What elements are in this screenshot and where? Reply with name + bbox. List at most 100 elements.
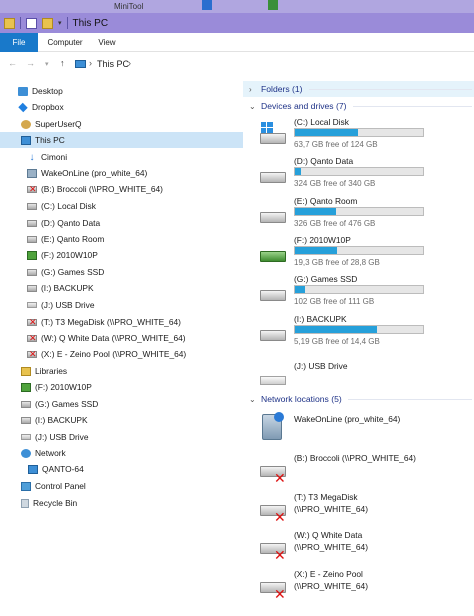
drive-name: (G:) Games SSD bbox=[294, 274, 358, 284]
network-location-x[interactable]: ✕ (X:) E - Zeino Pool (\\PRO_WHITE_64) bbox=[258, 564, 468, 602]
chevron-right-icon[interactable]: › bbox=[89, 58, 92, 68]
nav-item-drive-j[interactable]: (J:) USB Drive bbox=[0, 297, 243, 313]
drive-tile-e[interactable]: (E:) Qanto Room 326 GB free of 476 GB bbox=[258, 194, 468, 232]
nav-item-superuserq[interactable]: SuperUserQ bbox=[0, 116, 243, 132]
ribbon: File Computer View bbox=[0, 33, 474, 52]
nav-item-label: (F:) 2010W10P bbox=[41, 250, 98, 260]
nav-item-drive-j-2[interactable]: (J:) USB Drive bbox=[0, 429, 243, 445]
nav-item-dropbox[interactable]: Dropbox bbox=[0, 99, 243, 115]
chevron-right-icon[interactable]: › bbox=[128, 58, 131, 68]
properties-icon[interactable] bbox=[26, 17, 37, 29]
drive-icon bbox=[258, 158, 288, 188]
download-icon: ↓ bbox=[29, 151, 35, 163]
network-location-wakeonline[interactable]: WakeOnLine (pro_white_64) bbox=[258, 408, 468, 446]
drive-tile-g[interactable]: (G:) Games SSD 102 GB free of 111 GB bbox=[258, 272, 468, 310]
recent-locations-chevron-icon[interactable]: ▾ bbox=[45, 60, 49, 68]
tab-computer[interactable]: Computer bbox=[46, 33, 84, 52]
new-folder-icon[interactable] bbox=[42, 17, 53, 29]
nav-item-drive-f-2[interactable]: (F:) 2010W10P bbox=[0, 379, 243, 395]
free-space-text: 326 GB free of 476 GB bbox=[294, 219, 376, 228]
nav-item-drive-w[interactable]: (W:) Q White Data (\\PRO_WHITE_64) bbox=[0, 330, 243, 346]
network-location-t[interactable]: ✕ (T:) T3 MegaDisk (\\PRO_WHITE_64) bbox=[258, 487, 468, 525]
nav-item-wakeonline[interactable]: WakeOnLine (pro_white_64) bbox=[0, 165, 243, 181]
tab-file[interactable]: File bbox=[0, 33, 38, 52]
nav-item-drive-b[interactable]: (B:) Broccoli (\\PRO_WHITE_64) bbox=[0, 181, 243, 197]
divider bbox=[347, 398, 472, 400]
nav-item-libraries[interactable]: Libraries bbox=[0, 363, 243, 379]
usb-drive-icon bbox=[27, 302, 37, 308]
group-header-devices[interactable]: ⌄ Devices and drives (7) bbox=[243, 98, 474, 114]
drive-tile-d[interactable]: (D:) Qanto Data 324 GB free of 340 GB bbox=[258, 154, 468, 192]
nav-item-label: SuperUserQ bbox=[35, 119, 82, 129]
drive-icon bbox=[27, 202, 37, 210]
divider bbox=[308, 88, 472, 90]
drive-icon bbox=[21, 416, 31, 424]
dropbox-icon bbox=[18, 102, 28, 112]
nav-item-drive-x[interactable]: (X:) E - Zeino Pool (\\PRO_WHITE_64) bbox=[0, 346, 243, 362]
network-location-w[interactable]: ✕ (W:) Q White Data (\\PRO_WHITE_64) bbox=[258, 525, 468, 563]
network-location-b[interactable]: ✕ (B:) Broccoli (\\PRO_WHITE_64) bbox=[258, 448, 468, 486]
free-space-text: 5,19 GB free of 14,4 GB bbox=[294, 337, 380, 346]
nav-item-drive-g[interactable]: (G:) Games SSD bbox=[0, 264, 243, 280]
nav-item-label: QANTO-64 bbox=[42, 464, 84, 474]
nav-item-drive-g-2[interactable]: (G:) Games SSD bbox=[0, 396, 243, 412]
nav-item-desktop[interactable]: Desktop bbox=[0, 83, 243, 99]
globe-icon bbox=[274, 412, 284, 422]
divider bbox=[20, 17, 21, 29]
nav-item-drive-i[interactable]: (I:) BACKUPK bbox=[0, 280, 243, 296]
network-app-icon bbox=[27, 168, 37, 178]
location-name: (T:) T3 MegaDisk bbox=[294, 492, 358, 502]
nav-item-network[interactable]: Network bbox=[0, 445, 243, 461]
drive-name: (C:) Local Disk bbox=[294, 117, 349, 127]
drive-icon bbox=[27, 235, 37, 243]
nav-item-drive-i-2[interactable]: (I:) BACKUPK bbox=[0, 412, 243, 428]
nav-item-control-panel[interactable]: Control Panel bbox=[0, 478, 243, 494]
quick-access-dropdown-icon[interactable]: ▾ bbox=[58, 19, 62, 27]
drive-name: (J:) USB Drive bbox=[294, 361, 348, 371]
back-arrow-icon[interactable]: ← bbox=[8, 58, 17, 68]
chevron-right-icon: › bbox=[249, 84, 252, 94]
nav-item-label: (D:) Qanto Data bbox=[41, 218, 101, 228]
drive-tile-c[interactable]: (C:) Local Disk 63,7 GB free of 124 GB bbox=[258, 115, 468, 153]
nav-item-label: (I:) BACKUPK bbox=[35, 415, 88, 425]
disconnected-drive-icon bbox=[27, 184, 37, 195]
usage-bar-fill bbox=[295, 168, 302, 175]
drive-tile-i[interactable]: (I:) BACKUPK 5,19 GB free of 14,4 GB bbox=[258, 312, 468, 350]
up-arrow-icon[interactable]: ↑ bbox=[60, 58, 65, 68]
taskbar-app-icon[interactable] bbox=[202, 0, 212, 10]
nav-item-qanto-64[interactable]: QANTO-64 bbox=[0, 461, 243, 477]
nav-item-drive-c[interactable]: (C:) Local Disk bbox=[0, 198, 243, 214]
nav-item-label: (F:) 2010W10P bbox=[35, 382, 92, 392]
drive-tile-j[interactable]: (J:) USB Drive bbox=[258, 356, 468, 394]
nav-item-recycle-bin[interactable]: Recycle Bin bbox=[0, 495, 243, 511]
nav-item-cimoni[interactable]: ↓ Cimoni bbox=[0, 149, 243, 165]
tab-view[interactable]: View bbox=[92, 33, 122, 52]
computer-icon bbox=[21, 135, 31, 145]
group-header-network-locations[interactable]: ⌄ Network locations (5) bbox=[243, 391, 474, 407]
green-drive-icon bbox=[21, 382, 31, 392]
disconnected-drive-icon bbox=[27, 333, 37, 344]
taskbar-app-label[interactable]: MiniTool bbox=[114, 2, 143, 11]
content-pane: › Folders (1) ⌄ Devices and drives (7) (… bbox=[243, 80, 474, 616]
control-panel-icon bbox=[21, 481, 31, 491]
taskbar-app-icon-2[interactable] bbox=[268, 0, 278, 10]
drive-tile-f[interactable]: (F:) 2010W10P 19,3 GB free of 28,8 GB bbox=[258, 233, 468, 271]
usage-bar bbox=[294, 207, 424, 216]
forward-arrow-icon[interactable]: → bbox=[26, 58, 35, 68]
window-title: This PC bbox=[72, 17, 109, 29]
disconnected-drive-icon: ✕ bbox=[258, 491, 288, 524]
usage-bar bbox=[294, 285, 424, 294]
nav-item-this-pc[interactable]: This PC bbox=[0, 132, 243, 148]
nav-item-drive-d[interactable]: (D:) Qanto Data bbox=[0, 215, 243, 231]
folder-icon bbox=[4, 17, 15, 29]
nav-item-drive-e[interactable]: (E:) Qanto Room bbox=[0, 231, 243, 247]
breadcrumb-this-pc[interactable]: This PC bbox=[97, 59, 129, 69]
nav-item-drive-f[interactable]: (F:) 2010W10P bbox=[0, 247, 243, 263]
green-drive-icon bbox=[258, 237, 288, 267]
group-header-folders[interactable]: › Folders (1) bbox=[243, 81, 474, 97]
location-name: WakeOnLine (pro_white_64) bbox=[294, 414, 401, 424]
group-header-label: Folders (1) bbox=[261, 84, 303, 94]
nav-item-drive-t[interactable]: (T:) T3 MegaDisk (\\PRO_WHITE_64) bbox=[0, 314, 243, 330]
libraries-icon bbox=[21, 366, 31, 376]
disconnected-x-icon: ✕ bbox=[274, 586, 286, 602]
